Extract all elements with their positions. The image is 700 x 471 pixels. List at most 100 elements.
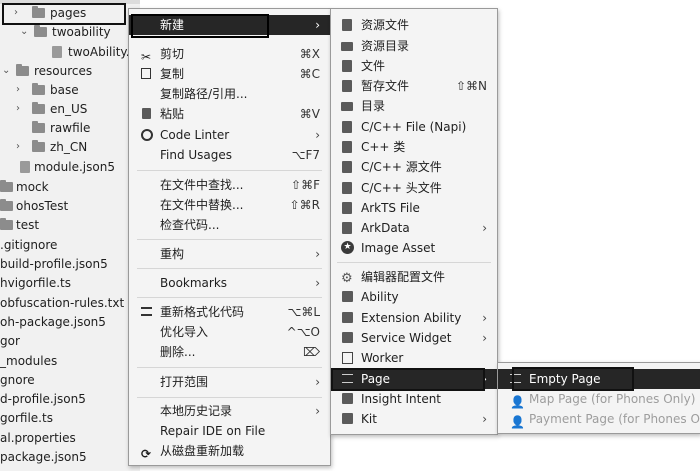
folder-icon [341, 42, 353, 51]
gear-icon: ⚙ [341, 271, 353, 286]
image-icon: ★ [341, 241, 354, 254]
menu-item-ability[interactable]: Ability [331, 287, 497, 307]
menu-item-label: C++ 类 [361, 140, 406, 154]
menu-item-label: Insight Intent [361, 392, 442, 406]
menu-item-image-asset[interactable]: ★ Image Asset [331, 238, 497, 258]
cpp-class-icon [342, 141, 352, 153]
menu-item-inspect-code[interactable]: 检查代码... [129, 215, 330, 235]
menu-item-label: 删除... [160, 345, 196, 359]
chevron-right-icon[interactable]: › [16, 99, 20, 119]
tree-item-label: _modules [0, 354, 58, 368]
reload-icon: ⟳ [141, 447, 152, 461]
shortcut-label: ⌥F7 [291, 148, 320, 162]
person-icon: 👤 [510, 395, 525, 409]
menu-item-cut[interactable]: ✂ 剪切 ⌘X [129, 44, 330, 64]
menu-item-directory[interactable]: 目录 [331, 96, 497, 116]
chevron-down-icon[interactable]: ⌄ [2, 61, 10, 81]
menu-item-label: 在文件中查找... [160, 178, 244, 192]
menu-item-label: 资源文件 [361, 18, 410, 32]
project-tree: › pages ⌄ twoability twoAbility. ⌄ resou… [0, 0, 140, 471]
folder-icon [0, 218, 13, 230]
menu-item-label: 打开范围 [160, 375, 209, 389]
menu-item-service-widget[interactable]: Service Widget › [331, 328, 497, 348]
folder-icon [16, 64, 29, 76]
page-highlight-box [331, 368, 485, 391]
chevron-right-icon[interactable]: › [16, 80, 20, 100]
menu-item-scratch-file[interactable]: 暂存文件 ⇧⌘N [331, 76, 497, 96]
arkdata-icon [342, 222, 352, 234]
menu-item-extension-ability[interactable]: Extension Ability › [331, 308, 497, 328]
menu-item-repair-ide[interactable]: Repair IDE on File [129, 421, 330, 441]
menu-item-optimize-imports[interactable]: 优化导入 ^⌥O [129, 322, 330, 342]
tree-item-label: rawfile [50, 121, 91, 135]
menu-item-label: C/C++ 头文件 [361, 181, 442, 195]
chevron-right-icon: › [315, 247, 320, 261]
tree-item-label: twoAbility. [68, 45, 130, 59]
menu-item-reformat-code[interactable]: 重新格式化代码 ⌥⌘L [129, 302, 330, 322]
menu-item-copy[interactable]: 复制 ⌘C [129, 64, 330, 84]
menu-item-find-usages[interactable]: Find Usages ⌥F7 [129, 145, 330, 165]
menu-item-arkdata[interactable]: ArkData › [331, 218, 497, 238]
menu-item-delete[interactable]: 删除... ⌦ [129, 342, 330, 362]
menu-item-map-page[interactable]: 👤 Map Page (for Phones Only) [498, 389, 700, 409]
menu-item-paste[interactable]: 粘贴 ⌘V [129, 104, 330, 124]
menu-item-label: Repair IDE on File [160, 424, 266, 438]
menu-item-label: 复制 [160, 67, 185, 81]
menu-item-local-history[interactable]: 本地历史记录 › [129, 401, 330, 421]
menu-item-arkts-file[interactable]: ArkTS File [331, 198, 497, 218]
chevron-right-icon: › [482, 412, 487, 426]
menu-item-payment-page[interactable]: 👤 Payment Page (for Phones O [498, 409, 700, 429]
json-file-icon [20, 161, 30, 173]
menu-item-label: ArkTS File [361, 201, 420, 215]
menu-item-bookmarks[interactable]: Bookmarks › [129, 273, 330, 293]
chevron-down-icon[interactable]: ⌄ [20, 22, 28, 42]
format-icon [141, 307, 152, 316]
menu-item-cpp-source[interactable]: C/C++ 源文件 [331, 157, 497, 177]
menu-item-cpp-class[interactable]: C++ 类 [331, 137, 497, 157]
chevron-right-icon: › [482, 331, 487, 345]
chevron-right-icon[interactable]: › [16, 137, 20, 157]
tree-item-label: zh_CN [50, 140, 88, 154]
menu-separator [137, 367, 322, 368]
folder-icon [32, 121, 45, 133]
menu-separator [137, 170, 322, 171]
menu-item-copy-path[interactable]: 复制路径/引用... [129, 84, 330, 104]
worker-icon [342, 352, 353, 364]
menu-item-cpp-napi[interactable]: C/C++ File (Napi) [331, 117, 497, 137]
menu-item-resource-dir[interactable]: 资源目录 [331, 36, 497, 56]
chevron-right-icon: › [315, 375, 320, 389]
menu-item-label: Image Asset [361, 241, 436, 255]
tree-item-label: resources [34, 64, 93, 78]
menu-item-editorconfig[interactable]: ⚙ 编辑器配置文件 [331, 267, 497, 287]
folder-icon [0, 199, 13, 211]
tree-item-label: gorfile.ts [0, 411, 53, 425]
menu-item-label: Find Usages [160, 148, 233, 162]
menu-item-file[interactable]: 文件 [331, 56, 497, 76]
folder-icon [34, 25, 47, 37]
chevron-right-icon: › [482, 221, 487, 235]
shortcut-label: ⌘X [299, 47, 320, 61]
menu-item-label: Worker [361, 351, 404, 365]
menu-item-label: 重新格式化代码 [160, 305, 245, 319]
menu-item-code-linter[interactable]: Code Linter › [129, 125, 330, 145]
tree-item-label: d-profile.json5 [0, 392, 86, 406]
menu-item-label: 重构 [160, 247, 185, 261]
menu-item-cpp-header[interactable]: C/C++ 头文件 [331, 178, 497, 198]
menu-separator [137, 297, 322, 298]
menu-item-label: ArkData [361, 221, 410, 235]
menu-item-worker[interactable]: Worker [331, 348, 497, 368]
shortcut-label: ⇧⌘R [289, 198, 320, 212]
menu-item-replace-in-files[interactable]: 在文件中替换... ⇧⌘R [129, 195, 330, 215]
tree-item-label: mock [16, 180, 49, 194]
menu-item-refactor[interactable]: 重构 › [129, 244, 330, 264]
menu-item-find-in-files[interactable]: 在文件中查找... ⇧⌘F [129, 175, 330, 195]
new-submenu: 资源文件 资源目录 文件 暂存文件 ⇧⌘N 目录 C/C++ File (Nap… [330, 8, 498, 435]
menu-item-insight-intent[interactable]: Insight Intent [331, 389, 497, 409]
menu-item-resource-file[interactable]: 资源文件 [331, 15, 497, 35]
menu-item-open-in[interactable]: 打开范围 › [129, 372, 330, 392]
menu-item-reload-from-disk[interactable]: ⟳ 从磁盘重新加载 [129, 441, 330, 461]
menu-item-kit[interactable]: Kit › [331, 409, 497, 429]
page-submenu: Empty Page 👤 Map Page (for Phones Only) … [497, 362, 700, 434]
tree-item-label: hvigorfile.ts [0, 276, 71, 290]
chevron-right-icon: › [315, 128, 320, 142]
